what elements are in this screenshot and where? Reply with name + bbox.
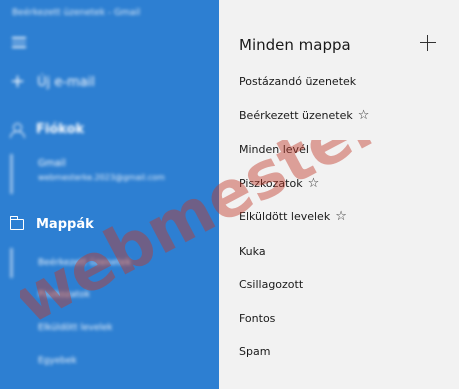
folder-label: Minden levél — [239, 142, 309, 156]
person-icon — [10, 122, 25, 138]
folder-label: Spam — [239, 344, 271, 358]
folder-label: Csillagozott — [239, 277, 304, 291]
folder-item-drafts[interactable]: Piszkozatok ☆ — [239, 172, 319, 194]
star-outline-icon[interactable]: ☆ — [335, 209, 347, 224]
star-outline-icon[interactable]: ☆ — [308, 176, 320, 191]
folder-selection-bar — [10, 248, 13, 278]
folder-item-important[interactable]: Fontos — [239, 307, 275, 329]
folder-label: Beérkezett üzenetek — [239, 108, 353, 122]
new-mail-label: Új e-mail — [37, 74, 95, 90]
account-item[interactable]: Gmail webmesterke.2023@gmail.com — [38, 158, 165, 182]
account-name: Gmail — [38, 158, 66, 169]
add-folder-button[interactable] — [419, 34, 437, 52]
folder-item-starred[interactable]: Csillagozott — [239, 273, 303, 295]
sidebar: Beérkezett üzenetek - Gmail + Új e-mail … — [0, 0, 219, 389]
folders-button[interactable]: Mappák — [9, 216, 94, 232]
all-folders-panel: Minden mappa Postázandó üzenetek Beérkez… — [219, 0, 459, 389]
window-title: Beérkezett üzenetek - Gmail — [12, 8, 141, 18]
folder-item-all-mail[interactable]: Minden levél — [239, 138, 309, 160]
accounts-button[interactable]: Fiókok — [10, 122, 85, 138]
new-mail-button[interactable]: + Új e-mail — [10, 73, 95, 91]
folder-label: Fontos — [239, 311, 276, 325]
folder-item-sent[interactable]: Elküldött levelek ☆ — [239, 205, 347, 227]
sidebar-folder-more[interactable]: Egyebek — [38, 356, 77, 366]
folder-label: Elküldött levelek — [239, 209, 331, 223]
folder-icon — [9, 216, 24, 230]
folder-item-inbox[interactable]: Beérkezett üzenetek ☆ — [239, 104, 369, 126]
star-outline-icon[interactable]: ☆ — [358, 108, 370, 123]
hamburger-menu-icon[interactable] — [12, 37, 26, 49]
plus-icon: + — [10, 71, 26, 92]
folder-item-outbox[interactable]: Postázandó üzenetek — [239, 70, 356, 92]
account-selection-bar — [10, 154, 13, 194]
folder-label: Kuka — [239, 244, 266, 258]
panel-title: Minden mappa — [239, 36, 351, 54]
sidebar-folder-inbox[interactable]: Beérkezett üzenetek — [38, 258, 131, 268]
accounts-label: Fiókok — [36, 122, 85, 137]
folders-label: Mappák — [36, 217, 94, 232]
account-email: webmesterke.2023@gmail.com — [38, 173, 165, 182]
sidebar-folder-drafts[interactable]: Piszkozatok — [38, 290, 90, 300]
sidebar-folder-sent[interactable]: Elküldött levelek — [38, 323, 113, 333]
folder-label: Piszkozatok — [239, 176, 303, 190]
folder-label: Postázandó üzenetek — [239, 74, 357, 88]
folder-item-trash[interactable]: Kuka — [239, 240, 266, 262]
folder-item-spam[interactable]: Spam — [239, 340, 270, 362]
